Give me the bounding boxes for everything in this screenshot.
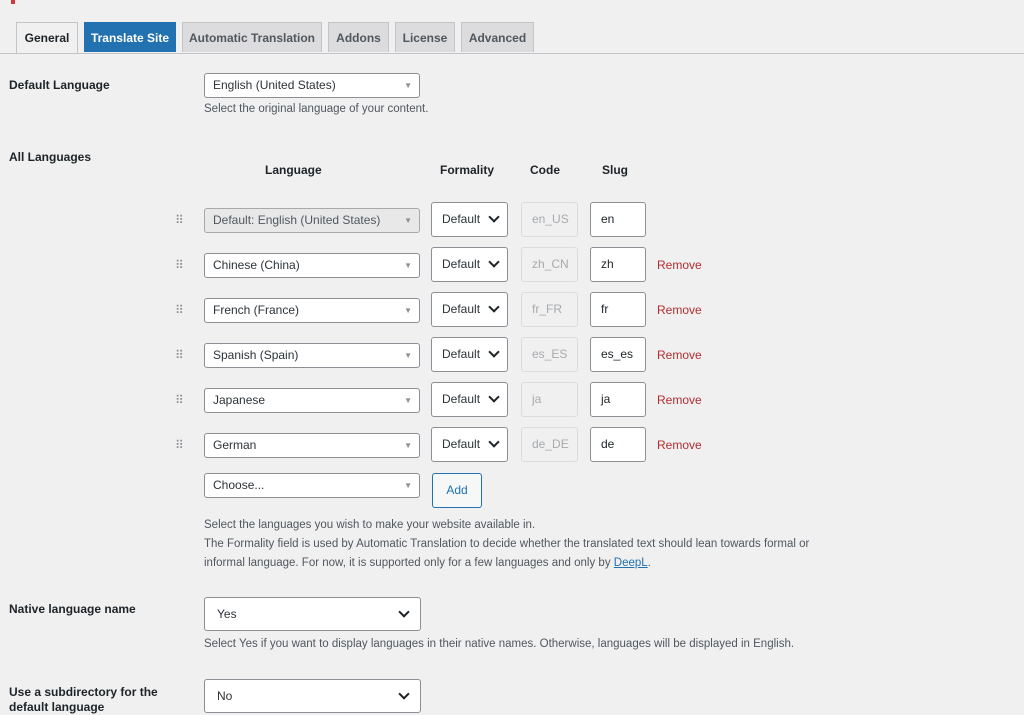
remove-language-link[interactable]: Remove — [657, 348, 702, 362]
native-language-name-value: Yes — [217, 607, 237, 621]
chevron-down-icon — [488, 436, 500, 448]
formality-value: Default — [442, 347, 481, 361]
column-header-code: Code — [530, 163, 560, 177]
tab-advanced[interactable]: Advanced — [461, 22, 534, 52]
dropdown-arrow-icon: ▼ — [404, 216, 412, 225]
slug-input[interactable]: es_es — [590, 337, 646, 372]
tab-addons[interactable]: Addons — [328, 22, 389, 52]
code-field: zh_CN — [521, 247, 578, 282]
language-select[interactable]: German ▼ — [204, 433, 420, 458]
language-select-default: Default: English (United States) ▼ — [204, 208, 420, 233]
chevron-down-icon — [488, 346, 500, 358]
formality-select[interactable]: Default — [431, 292, 508, 327]
description-line: informal language. For now, it is suppor… — [204, 554, 809, 573]
description-line: The Formality field is used by Automatic… — [204, 538, 810, 550]
dropdown-arrow-icon: ▼ — [404, 81, 412, 90]
chevron-down-icon — [488, 391, 500, 403]
drag-handle-icon[interactable]: ⠿ — [175, 393, 184, 407]
settings-tab-bar: General Translate Site Automatic Transla… — [0, 0, 1024, 54]
column-header-formality: Formality — [440, 163, 495, 177]
remove-language-link[interactable]: Remove — [657, 258, 702, 272]
native-language-name-description: Select Yes if you want to display langua… — [204, 638, 795, 650]
dropdown-arrow-icon: ▼ — [404, 481, 412, 490]
default-language-label: Default Language — [9, 78, 110, 92]
formality-select[interactable]: Default — [431, 337, 508, 372]
code-field: ja — [521, 382, 578, 417]
language-value: German — [213, 438, 257, 452]
chevron-down-icon — [488, 301, 500, 313]
formality-value: Default — [442, 212, 481, 226]
all-languages-description: Select the languages you wish to make yo… — [204, 516, 809, 573]
remove-language-link[interactable]: Remove — [657, 303, 702, 317]
native-language-name-select[interactable]: Yes — [204, 597, 421, 631]
dropdown-arrow-icon: ▼ — [404, 351, 412, 360]
formality-value: Default — [442, 302, 481, 316]
native-language-name-label: Native language name — [9, 602, 136, 616]
tab-automatic-translation[interactable]: Automatic Translation — [182, 22, 322, 52]
description-text: informal language. For now, it is suppor… — [204, 557, 614, 569]
language-value: Japanese — [213, 393, 266, 407]
formality-value: Default — [442, 257, 481, 271]
drag-handle-icon[interactable]: ⠿ — [175, 258, 184, 272]
formality-select[interactable]: Default — [431, 427, 508, 462]
remove-language-link[interactable]: Remove — [657, 438, 702, 452]
slug-input[interactable]: ja — [590, 382, 646, 417]
chevron-down-icon — [398, 606, 410, 618]
formality-select[interactable]: Default — [431, 382, 508, 417]
subdirectory-label: Use a subdirectory for the default langu… — [9, 685, 158, 715]
chevron-down-icon — [488, 256, 500, 268]
chevron-down-icon — [488, 211, 500, 223]
admin-notice-mark — [11, 0, 15, 4]
dropdown-arrow-icon: ▼ — [404, 441, 412, 450]
subdirectory-label-line: Use a subdirectory for the — [9, 685, 158, 699]
slug-input[interactable]: de — [590, 427, 646, 462]
code-field: de_DE — [521, 427, 578, 462]
choose-placeholder: Choose... — [213, 478, 265, 492]
slug-input[interactable]: zh — [590, 247, 646, 282]
remove-language-link[interactable]: Remove — [657, 393, 702, 407]
slug-input[interactable]: fr — [590, 292, 646, 327]
language-select[interactable]: Chinese (China) ▼ — [204, 253, 420, 278]
subdirectory-value: No — [217, 689, 233, 703]
chevron-down-icon — [398, 688, 410, 700]
drag-handle-icon[interactable]: ⠿ — [175, 303, 184, 317]
add-language-button[interactable]: Add — [432, 473, 482, 508]
tab-general[interactable]: General — [16, 22, 78, 53]
default-language-select[interactable]: English (United States) ▼ — [204, 73, 420, 98]
language-value: Chinese (China) — [213, 258, 300, 272]
drag-handle-icon[interactable]: ⠿ — [175, 348, 184, 362]
column-header-slug: Slug — [602, 163, 628, 177]
slug-input[interactable]: en — [590, 202, 646, 237]
description-text-end: . — [647, 557, 651, 569]
code-field: fr_FR — [521, 292, 578, 327]
formality-value: Default — [442, 437, 481, 451]
drag-handle-icon[interactable]: ⠿ — [175, 438, 184, 452]
subdirectory-select[interactable]: No — [204, 679, 421, 713]
language-select[interactable]: French (France) ▼ — [204, 298, 420, 323]
language-value: Default: English (United States) — [213, 213, 381, 227]
formality-select[interactable]: Default — [431, 202, 508, 237]
dropdown-arrow-icon: ▼ — [404, 396, 412, 405]
deepl-link[interactable]: DeepL — [614, 557, 648, 569]
code-field: en_US — [521, 202, 578, 237]
tab-translate-site[interactable]: Translate Site — [84, 22, 176, 52]
dropdown-arrow-icon: ▼ — [404, 261, 412, 270]
dropdown-arrow-icon: ▼ — [404, 306, 412, 315]
all-languages-label: All Languages — [9, 150, 92, 164]
tab-license[interactable]: License — [395, 22, 455, 52]
language-select[interactable]: Japanese ▼ — [204, 388, 420, 413]
column-header-language: Language — [265, 163, 322, 177]
language-value: French (France) — [213, 303, 300, 317]
formality-select[interactable]: Default — [431, 247, 508, 282]
formality-value: Default — [442, 392, 481, 406]
default-language-description: Select the original language of your con… — [204, 103, 429, 115]
choose-language-select[interactable]: Choose... ▼ — [204, 473, 420, 498]
default-language-value: English (United States) — [213, 78, 336, 92]
language-value: Spanish (Spain) — [213, 348, 299, 362]
drag-handle-icon[interactable]: ⠿ — [175, 213, 184, 227]
language-select[interactable]: Spanish (Spain) ▼ — [204, 343, 420, 368]
code-field: es_ES — [521, 337, 578, 372]
description-line: Select the languages you wish to make yo… — [204, 519, 536, 531]
